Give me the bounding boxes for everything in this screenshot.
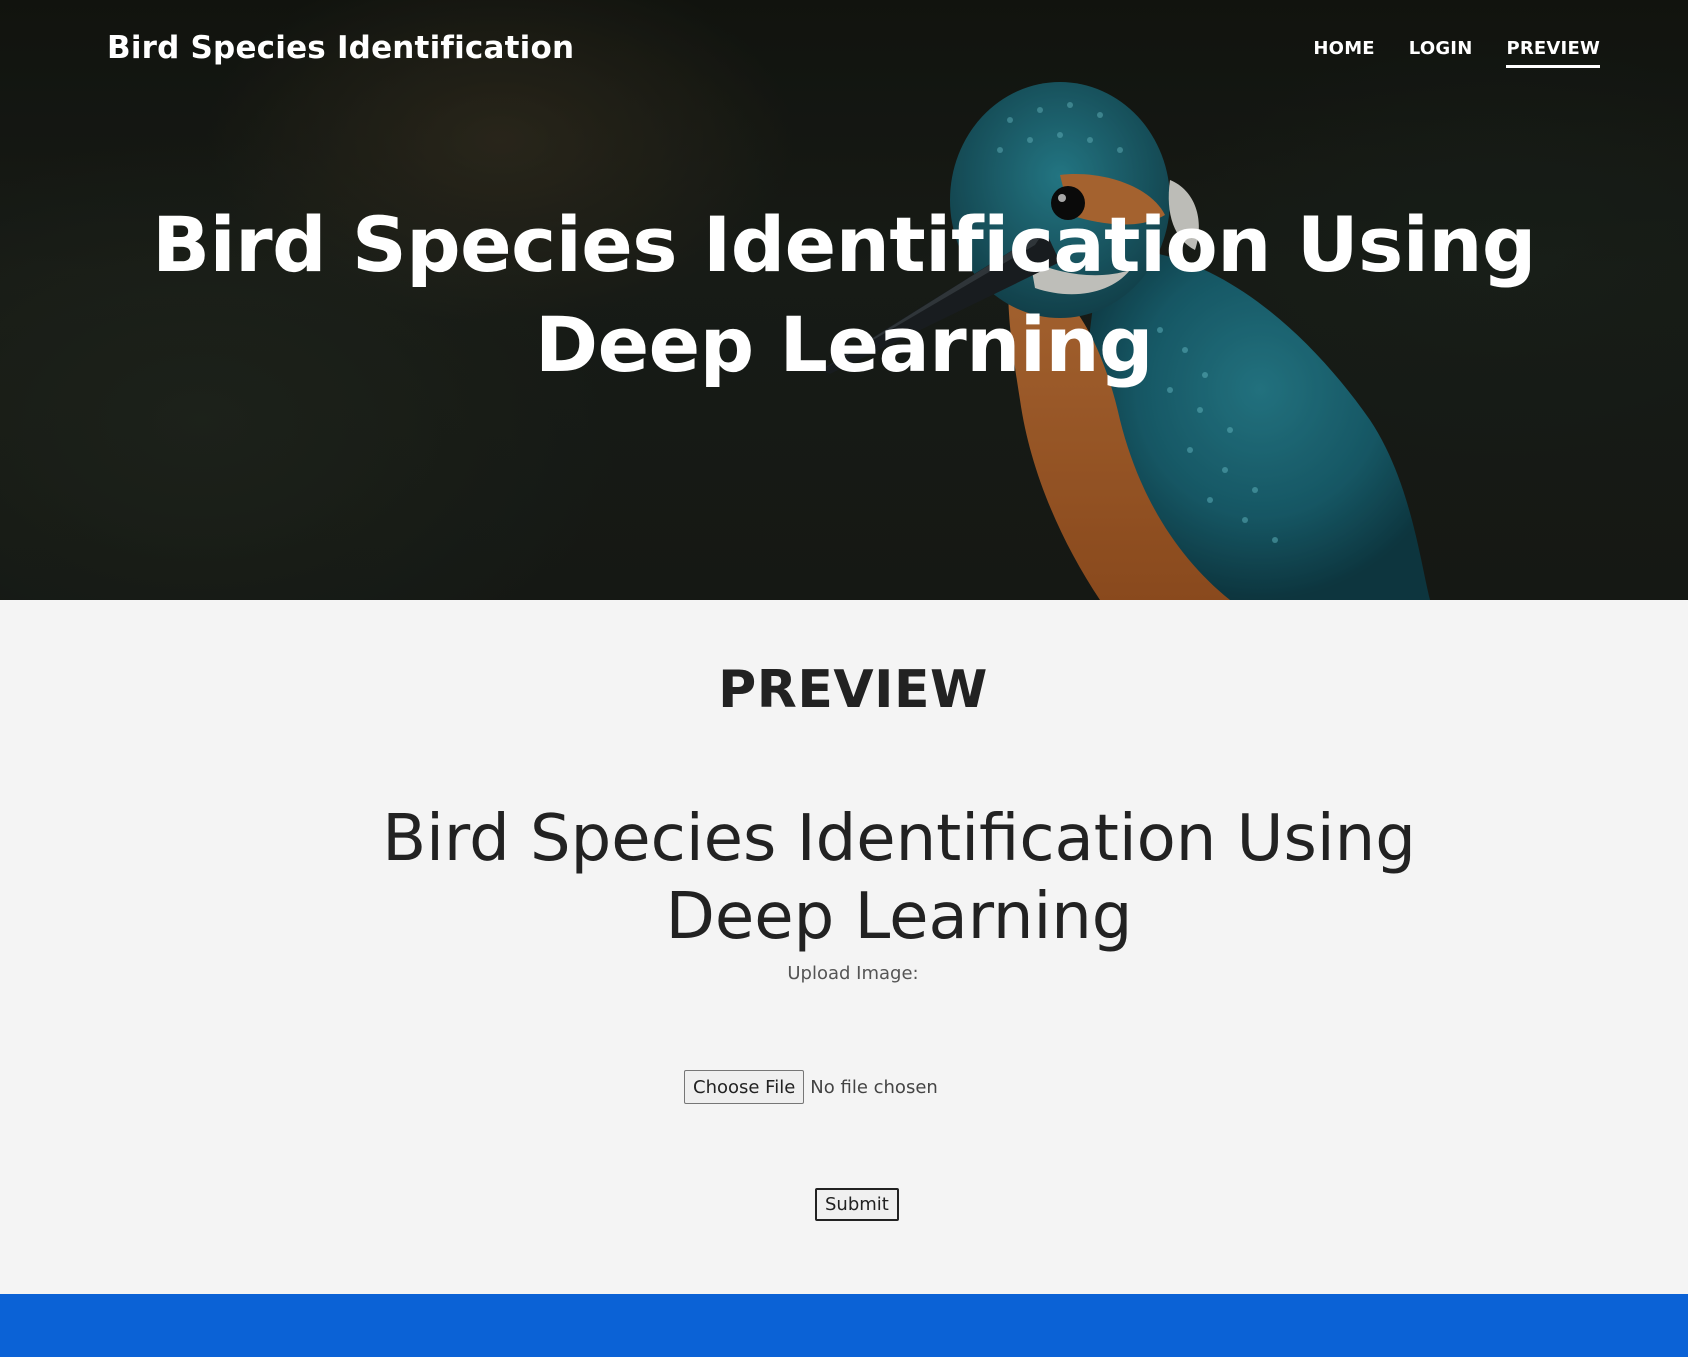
model-title: Bird Species Identification Using Deep L… xyxy=(382,802,1416,954)
nav-link-login[interactable]: LOGIN xyxy=(1409,38,1473,68)
nav-link-home[interactable]: HOME xyxy=(1313,38,1374,68)
hero-banner: Bird Species Identification HOME LOGIN P… xyxy=(0,0,1688,600)
submit-button[interactable]: Submit xyxy=(815,1188,899,1221)
upload-label: Upload Image: xyxy=(787,963,919,984)
nav-links: HOME LOGIN PREVIEW xyxy=(1313,38,1600,68)
file-input[interactable]: Choose File No file chosen xyxy=(684,1070,938,1104)
file-status: No file chosen xyxy=(810,1076,938,1098)
section-heading: PREVIEW xyxy=(718,660,988,720)
navbar: Bird Species Identification HOME LOGIN P… xyxy=(0,0,1688,100)
main-content: PREVIEW Bird Species Identification Usin… xyxy=(0,600,1688,1294)
nav-link-preview[interactable]: PREVIEW xyxy=(1506,38,1600,68)
choose-file-button[interactable]: Choose File xyxy=(684,1070,805,1104)
footer-bar xyxy=(0,1294,1688,1357)
hero-title: Bird Species Identification Using Deep L… xyxy=(152,200,1536,389)
site-brand[interactable]: Bird Species Identification xyxy=(107,30,574,66)
